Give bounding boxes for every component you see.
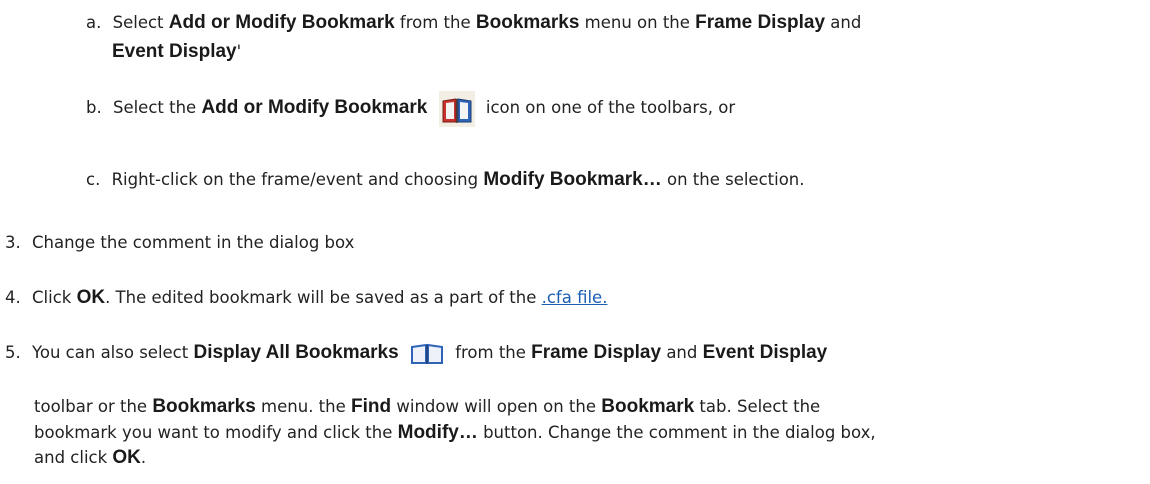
step-text: window will open on the: [391, 397, 602, 416]
step-5-line2: toolbar or the Bookmarks menu. the Find …: [34, 395, 820, 419]
list-marker: b.: [86, 98, 102, 117]
bold-term: Bookmarks: [152, 396, 256, 417]
step-text: icon on one of the toolbars, or: [480, 98, 736, 117]
bold-term: OK: [112, 447, 141, 468]
step-text: . The edited bookmark will be saved as a…: [105, 288, 542, 307]
bold-term: Bookmarks: [475, 12, 580, 33]
step-text: menu on the: [579, 13, 696, 32]
substep-a-line1: a. Select Add or Modify Bookmark from th…: [86, 11, 861, 35]
step-text: ': [236, 42, 242, 61]
step-text: button. Change the comment in the dialog…: [477, 423, 876, 442]
list-marker: 3.: [5, 233, 21, 252]
step-text: from the: [394, 13, 476, 32]
bold-term: Modify…: [397, 422, 478, 443]
step-text: and click: [34, 448, 113, 467]
step-text: and: [661, 343, 703, 362]
step-text: Click: [32, 288, 77, 307]
step-text: and: [825, 13, 862, 32]
bold-term: Event Display: [112, 41, 237, 62]
step-5-line1: 5. You can also select Display All Bookm…: [5, 334, 827, 372]
bold-term: Add or Modify Bookmark: [168, 12, 395, 33]
list-marker: 4.: [5, 288, 21, 307]
step-text: on the selection.: [661, 170, 805, 189]
step-4: 4. Click OK. The edited bookmark will be…: [5, 286, 607, 310]
step-text: menu. the: [255, 397, 352, 416]
bold-term: Frame Display: [531, 342, 662, 363]
bold-term: OK: [76, 287, 106, 308]
substep-a-line2: Event Display': [112, 40, 241, 64]
display-all-bookmarks-icon: [410, 343, 444, 365]
step-text: bookmark you want to modify and click th…: [34, 423, 398, 442]
step-5-line4: and click OK.: [34, 446, 146, 470]
step-5-line3: bookmark you want to modify and click th…: [34, 421, 876, 445]
list-marker: a.: [86, 13, 102, 32]
step-text: Right-click on the frame/event and choos…: [111, 170, 484, 189]
bold-term: Display All Bookmarks: [193, 342, 399, 363]
list-marker: c.: [86, 170, 101, 189]
add-modify-bookmark-icon: [438, 90, 475, 127]
list-marker: 5.: [5, 343, 21, 362]
step-text: toolbar or the: [34, 397, 153, 416]
step-text: tab. Select the: [694, 397, 821, 416]
step-text: .: [140, 448, 147, 467]
bold-term: Bookmark: [601, 396, 695, 417]
cfa-file-link[interactable]: .cfa file.: [542, 288, 608, 307]
bold-term: Modify Bookmark…: [483, 169, 662, 190]
step-3: 3. Change the comment in the dialog box: [5, 231, 354, 255]
step-text: Change the comment in the dialog box: [32, 233, 355, 252]
step-text: Select: [112, 13, 169, 32]
bold-term: Add or Modify Bookmark: [201, 97, 428, 118]
substep-b: b. Select the Add or Modify Bookmark ico…: [86, 88, 735, 128]
substep-c: c. Right-click on the frame/event and ch…: [86, 168, 805, 192]
bold-term: Event Display: [702, 342, 828, 363]
bold-term: Frame Display: [695, 12, 826, 33]
step-text: from the: [449, 343, 532, 362]
bold-term: Find: [351, 396, 392, 417]
step-text: You can also select: [32, 343, 194, 362]
step-text: Select the: [112, 98, 202, 117]
